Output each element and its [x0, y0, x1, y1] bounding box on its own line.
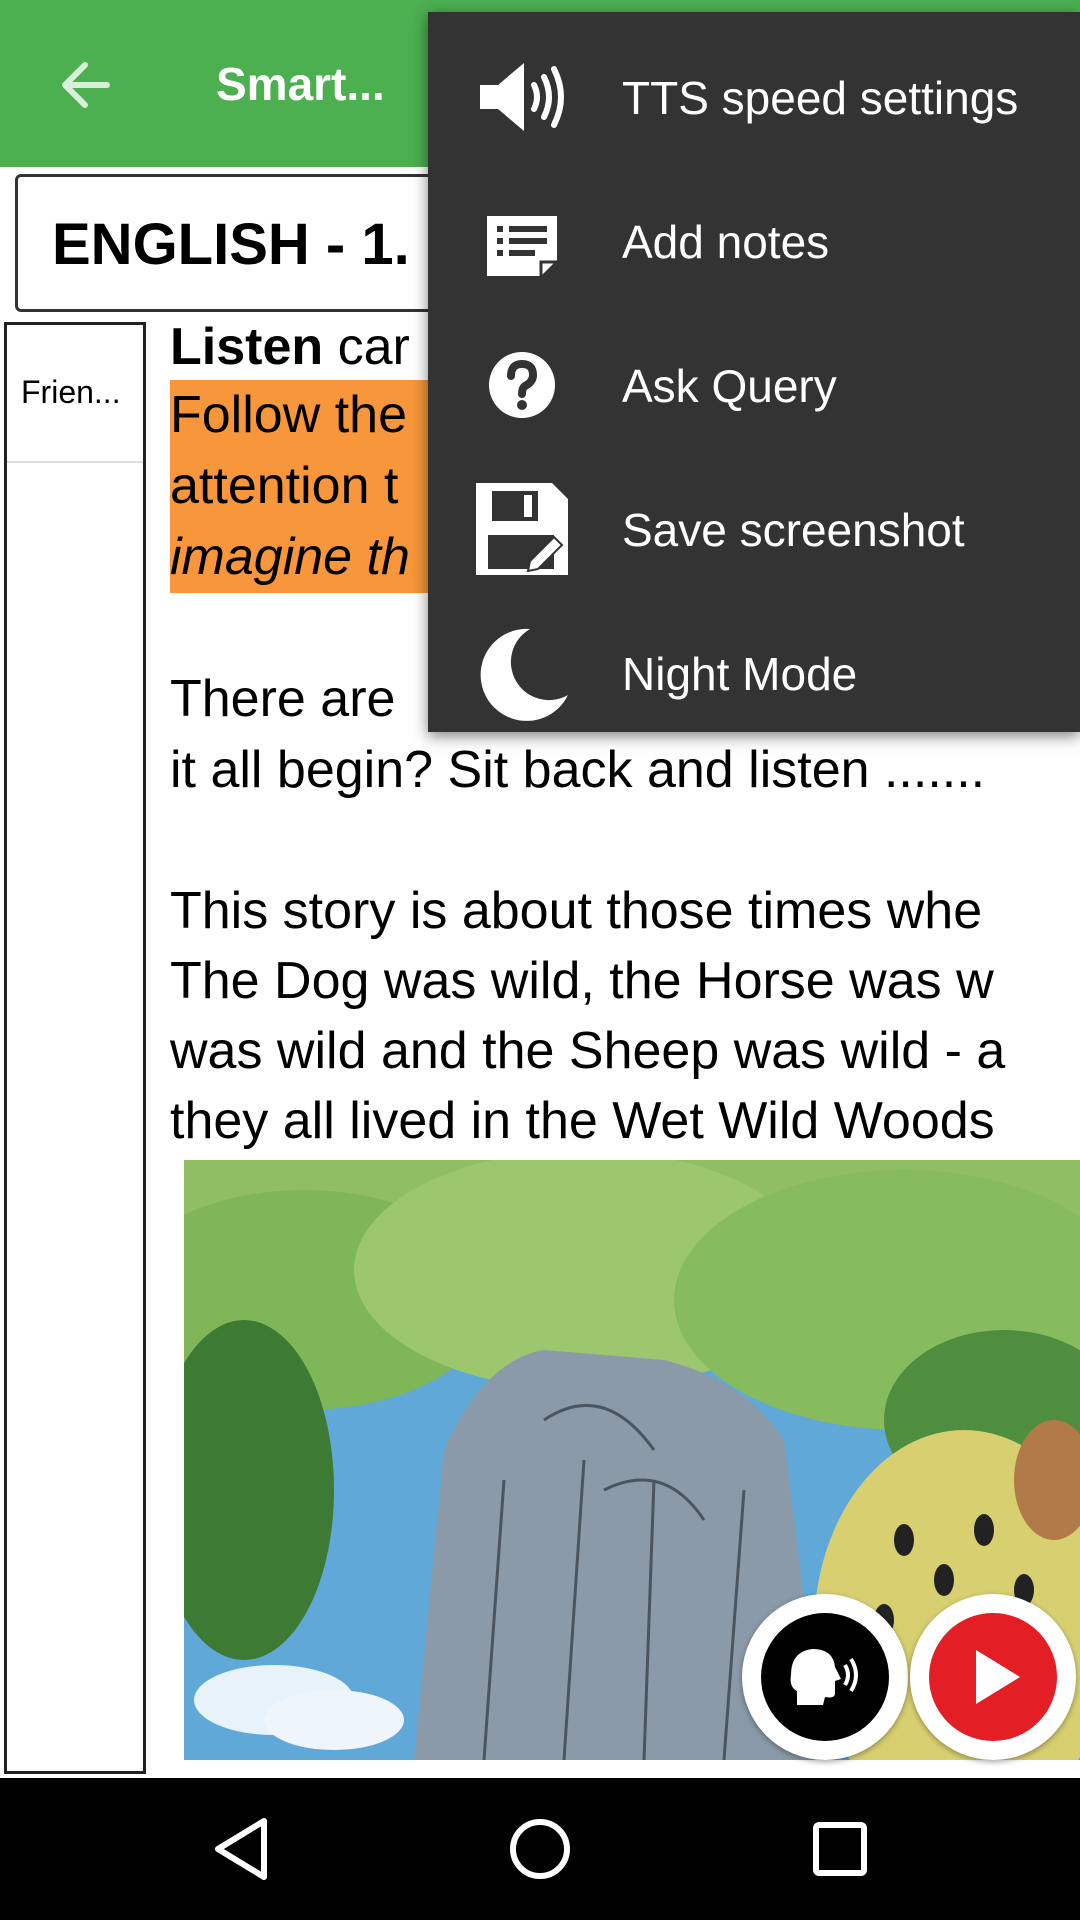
question-icon [474, 337, 570, 433]
home-circle-icon [510, 1819, 570, 1879]
speaker-icon [474, 49, 570, 145]
nav-home-button[interactable] [490, 1799, 590, 1899]
content-line: The Dog was wild, the Horse was w [170, 952, 994, 1010]
menu-item-tts-speed[interactable]: TTS speed settings [428, 25, 1080, 169]
content-line: There are [170, 670, 396, 728]
content-bold-word: Listen [170, 318, 324, 376]
speaking-head-icon [761, 1613, 889, 1741]
menu-item-add-notes[interactable]: Add notes [428, 169, 1080, 313]
content-text: car [323, 318, 410, 376]
content-line: was wild and the Sheep was wild - a [170, 1022, 1006, 1080]
content-line: attention t [170, 457, 399, 515]
menu-item-save-screenshot[interactable]: Save screenshot [428, 457, 1080, 601]
content-line: Listen car [170, 316, 410, 380]
content-line: they all lived in the Wet Wild Woods [170, 1092, 995, 1150]
play-icon [929, 1613, 1057, 1741]
topic-sidebar: Frien... [4, 322, 146, 1774]
back-triangle-icon [215, 1818, 267, 1880]
back-button[interactable] [40, 40, 130, 130]
overflow-menu: TTS speed settings Add notes Ask Query S… [428, 12, 1080, 732]
menu-item-label: Ask Query [622, 360, 837, 412]
content-line: Follow the [170, 386, 407, 444]
menu-item-label: Add notes [622, 216, 830, 268]
content-line: it all begin? Sit back and listen ......… [170, 741, 986, 799]
system-nav-bar [0, 1778, 1080, 1920]
tts-button[interactable] [742, 1594, 908, 1760]
sidebar-item-friends[interactable]: Frien... [7, 325, 143, 463]
menu-item-ask-query[interactable]: Ask Query [428, 313, 1080, 457]
app-title: Smart... [216, 58, 385, 110]
menu-item-label: Save screenshot [622, 504, 965, 556]
arrow-left-icon [62, 62, 110, 108]
nav-recents-button[interactable] [790, 1799, 890, 1899]
content-line: This story is about those times whe [170, 882, 983, 940]
chapter-title: ENGLISH - 1. F [52, 212, 462, 277]
menu-item-night-mode[interactable]: Night Mode [428, 601, 1080, 745]
recents-square-icon [813, 1822, 867, 1876]
save-icon [474, 481, 570, 577]
nav-back-button[interactable] [192, 1799, 292, 1899]
play-button[interactable] [910, 1594, 1076, 1760]
moon-icon [474, 625, 570, 721]
sidebar-item-label: Frien... [21, 374, 121, 410]
menu-item-label: TTS speed settings [622, 72, 1019, 124]
content-line: imagine th [170, 528, 410, 586]
notes-icon [474, 193, 570, 289]
menu-item-label: Night Mode [622, 648, 858, 700]
